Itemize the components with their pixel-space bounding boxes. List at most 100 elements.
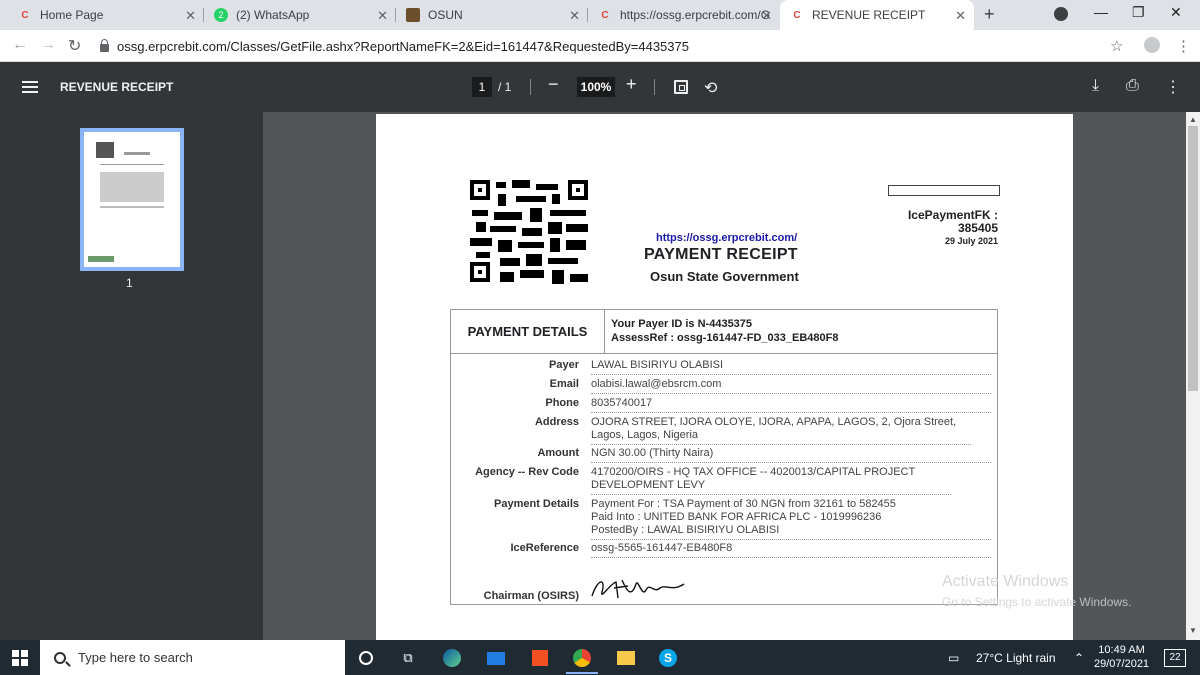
pdf-page: https://ossg.erpcrebit.com/ PAYMENT RECE… bbox=[376, 114, 1073, 640]
taskbar-search[interactable]: Type here to search bbox=[40, 640, 345, 675]
mail-icon[interactable] bbox=[486, 648, 506, 668]
zoom-level-input[interactable]: 100% bbox=[577, 77, 615, 97]
notifications-icon[interactable]: 22 bbox=[1164, 649, 1186, 667]
download-icon[interactable]: ⤓ bbox=[1092, 77, 1099, 95]
file-explorer-icon[interactable] bbox=[616, 648, 636, 668]
weather-text[interactable]: 27°C Light rain bbox=[976, 651, 1056, 665]
ice-payment-label: IcePaymentFK : bbox=[907, 208, 998, 222]
windows-start-icon[interactable] bbox=[12, 650, 28, 666]
new-tab-button[interactable]: + bbox=[984, 4, 995, 25]
tab-revenue-receipt[interactable]: C REVENUE RECEIPT ✕ bbox=[780, 0, 974, 30]
close-icon[interactable]: ✕ bbox=[377, 8, 388, 24]
whatsapp-icon: 2 bbox=[214, 8, 228, 22]
cortana-icon[interactable] bbox=[356, 648, 376, 668]
task-view-icon[interactable]: ⧉ bbox=[398, 648, 418, 668]
assess-ref: AssessRef : ossg-161447-FD_033_EB480F8 bbox=[611, 332, 839, 344]
clock[interactable]: 10:49 AM 29/07/2021 bbox=[1094, 643, 1149, 671]
row-value: ossg-5565-161447-EB480F8 bbox=[591, 542, 991, 558]
print-icon[interactable]: ⎙ bbox=[1126, 77, 1139, 95]
receipt-link[interactable]: https://ossg.erpcrebit.com/ bbox=[656, 232, 797, 244]
row-label: Payer bbox=[549, 359, 579, 371]
close-icon[interactable]: ✕ bbox=[185, 8, 196, 24]
store-icon[interactable] bbox=[530, 648, 550, 668]
search-icon bbox=[54, 651, 66, 664]
tab-osun[interactable]: OSUN ✕ bbox=[396, 0, 588, 30]
pdf-viewport: https://ossg.erpcrebit.com/ PAYMENT RECE… bbox=[263, 112, 1186, 640]
reload-button[interactable]: ↻ bbox=[68, 36, 81, 56]
signatory-label: Chairman (OSIRS) bbox=[483, 590, 579, 602]
minimize-button[interactable]: — bbox=[1094, 4, 1108, 20]
forward-button[interactable]: → bbox=[40, 36, 56, 54]
clock-date: 29/07/2021 bbox=[1094, 658, 1150, 670]
zoom-in-button[interactable]: + bbox=[626, 74, 637, 95]
edge-icon[interactable] bbox=[442, 648, 462, 668]
menu-icon[interactable] bbox=[22, 81, 38, 93]
skype-icon[interactable]: S bbox=[658, 648, 678, 668]
bookmark-star-icon[interactable]: ☆ bbox=[1110, 37, 1123, 55]
payer-id-block: Your Payer ID is N-4435375 AssessRef : o… bbox=[605, 310, 997, 354]
back-button[interactable]: ← bbox=[12, 36, 28, 54]
close-icon[interactable]: ✕ bbox=[569, 8, 580, 24]
receipt-date: 29 July 2021 bbox=[944, 236, 998, 246]
restore-button[interactable]: ❐ bbox=[1132, 4, 1145, 21]
url-text: ossg.erpcrebit.com/Classes/GetFile.ashx?… bbox=[117, 38, 689, 54]
row-value: OJORA STREET, IJORA OLOYE, IJORA, APAPA,… bbox=[591, 416, 971, 445]
details-header: PAYMENT DETAILS bbox=[451, 310, 605, 354]
tray-chevron-icon[interactable]: ⌃ bbox=[1074, 651, 1084, 665]
tab-whatsapp[interactable]: 2 (2) WhatsApp ✕ bbox=[204, 0, 396, 30]
government-name: Osun State Government bbox=[650, 269, 799, 284]
tab-search-icon[interactable] bbox=[1054, 7, 1068, 21]
tab-home-page[interactable]: C Home Page ✕ bbox=[8, 0, 204, 30]
tab-strip: C Home Page ✕ 2 (2) WhatsApp ✕ OSUN ✕ C … bbox=[0, 0, 1200, 30]
chrome-icon[interactable] bbox=[566, 648, 598, 674]
barcode-box bbox=[888, 185, 1000, 196]
erpc-icon: C bbox=[21, 9, 29, 21]
row-value: 8035740017 bbox=[591, 397, 991, 413]
row-label: Agency -- Rev Code bbox=[475, 466, 579, 478]
clock-time: 10:49 AM bbox=[1098, 644, 1145, 656]
page-thumbnail[interactable] bbox=[80, 128, 184, 271]
address-bar[interactable]: ossg.erpcrebit.com/Classes/GetFile.ashx?… bbox=[100, 35, 689, 57]
vertical-scrollbar[interactable]: ▲ ▼ bbox=[1186, 112, 1200, 640]
scroll-down-icon[interactable]: ▼ bbox=[1189, 626, 1197, 635]
tab-erpcrebit[interactable]: C https://ossg.erpcrebit.com/G ✕ bbox=[588, 0, 780, 30]
row-value: 4170200/OIRS - HQ TAX OFFICE -- 4020013/… bbox=[591, 466, 951, 495]
row-value: olabisi.lawal@ebsrcm.com bbox=[591, 378, 991, 394]
profile-avatar[interactable] bbox=[1144, 37, 1160, 53]
close-icon[interactable]: ✕ bbox=[761, 8, 772, 24]
row-label: IceReference bbox=[510, 542, 580, 554]
pdf-title: REVENUE RECEIPT bbox=[60, 80, 174, 94]
tab-title: OSUN bbox=[428, 8, 463, 22]
page-total: / 1 bbox=[498, 80, 512, 94]
thumbnail-sidebar: 1 bbox=[0, 112, 263, 640]
tab-title: Home Page bbox=[40, 8, 104, 22]
row-value: Payment For : TSA Payment of 30 NGN from… bbox=[591, 498, 991, 540]
search-placeholder: Type here to search bbox=[78, 650, 193, 665]
ice-payment-value: 385405 bbox=[957, 221, 998, 235]
more-actions-icon[interactable]: ⋮ bbox=[1165, 77, 1181, 97]
row-value: NGN 30.00 (Thirty Naira) bbox=[591, 447, 991, 463]
tab-title: (2) WhatsApp bbox=[236, 8, 310, 22]
tab-title: REVENUE RECEIPT bbox=[812, 8, 926, 22]
row-value: LAWAL BISIRIYU OLABISI bbox=[591, 359, 991, 375]
rotate-icon[interactable]: ⟲ bbox=[704, 78, 717, 98]
erpc-icon: C bbox=[793, 9, 801, 21]
browser-toolbar: ← → ↻ ossg.erpcrebit.com/Classes/GetFile… bbox=[0, 30, 1200, 62]
scrollbar-thumb[interactable] bbox=[1188, 126, 1198, 391]
scroll-up-icon[interactable]: ▲ bbox=[1189, 115, 1197, 124]
row-label: Payment Details bbox=[494, 498, 579, 510]
weather-icon[interactable]: ▭ bbox=[948, 651, 959, 665]
zoom-out-button[interactable]: − bbox=[548, 74, 559, 95]
close-icon[interactable]: ✕ bbox=[955, 8, 966, 24]
receipt-title: PAYMENT RECEIPT bbox=[644, 246, 798, 263]
close-window-button[interactable]: ✕ bbox=[1170, 4, 1182, 21]
row-label: Address bbox=[534, 416, 579, 428]
erpc-icon: C bbox=[601, 9, 609, 21]
payment-details-table: PAYMENT DETAILS Your Payer ID is N-44353… bbox=[450, 309, 998, 605]
page-number-input[interactable]: 1 bbox=[472, 77, 492, 97]
menu-kebab-icon[interactable]: ⋮ bbox=[1176, 37, 1191, 55]
row-label: Amount bbox=[537, 447, 579, 459]
fit-page-icon[interactable] bbox=[674, 80, 688, 94]
payer-id: Your Payer ID is N-4435375 bbox=[611, 318, 753, 330]
signature-image bbox=[591, 579, 685, 599]
